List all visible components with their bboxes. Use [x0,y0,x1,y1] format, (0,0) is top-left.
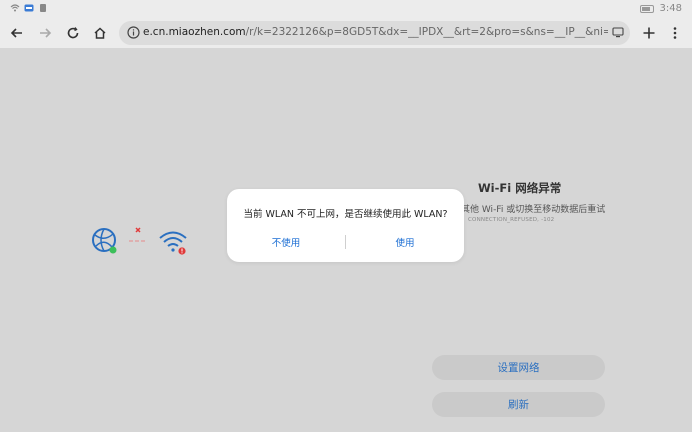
status-bar: 3:48 [0,0,692,18]
clock: 3:48 [659,3,682,14]
disconnect-icon [129,227,145,242]
address-bar[interactable]: e.cn.miaozhen.com/r/k=2322126&p=8GD5T&dx… [119,21,630,45]
dont-use-button[interactable]: 不使用 [227,235,345,249]
error-code: CONNECTION_REFUSED, -102 [468,217,555,223]
status-right: 3:48 [639,3,682,14]
back-icon [10,28,22,38]
url-host: e.cn.miaozhen.com [143,26,246,38]
wlan-warning-dialog: 当前 WLAN 不可上网，是否继续使用此 WLAN? 不使用 使用 [227,189,464,262]
browser-toolbar: e.cn.miaozhen.com/r/k=2322126&p=8GD5T&dx… [0,18,692,48]
tab-switch-icon[interactable] [612,27,624,38]
url-text[interactable]: e.cn.miaozhen.com/r/k=2322126&p=8GD5T&dx… [143,26,608,38]
dialog-message: 当前 WLAN 不可上网，是否继续使用此 WLAN? [243,209,448,220]
forward-button[interactable] [34,22,56,44]
error-title: Wi-Fi 网络异常 [478,181,562,195]
url-path: /r/k=2322126&p=8GD5T&dx=__IPDX__&rt=2&pr… [245,26,608,38]
home-icon [94,27,106,39]
new-tab-button[interactable] [638,22,660,44]
battery-icon [639,4,654,13]
more-menu-icon [673,27,677,39]
error-subtitle: 其他 Wi-Fi 或切换至移动数据后重试 [461,205,606,215]
forward-icon [40,28,52,38]
info-icon[interactable] [127,26,140,39]
more-menu-button[interactable] [664,22,686,44]
new-tab-icon [643,27,655,39]
wifi-warning-icon [159,231,187,255]
use-button[interactable]: 使用 [346,235,464,249]
reload-button[interactable] [62,22,84,44]
reload-icon [67,27,79,39]
status-left-icons [10,3,48,13]
refresh-button[interactable]: 刷新 [432,392,605,417]
network-settings-button[interactable]: 设置网络 [432,355,605,380]
back-button[interactable] [6,22,28,44]
home-button[interactable] [89,22,111,44]
app-notification-icon [24,4,34,12]
file-notification-icon [40,4,46,12]
wifi-status-icon [10,4,20,12]
network-error-illustration [92,227,187,255]
globe-icon [92,228,117,254]
